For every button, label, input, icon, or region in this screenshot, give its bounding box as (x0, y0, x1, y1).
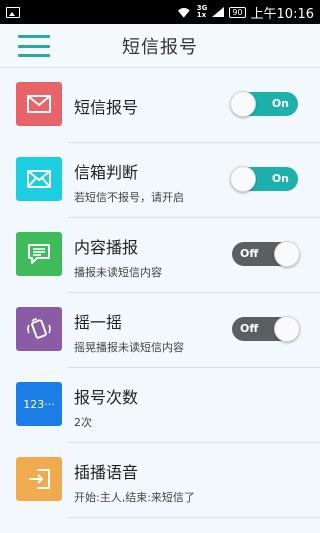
network-type: 3G 1x (197, 5, 208, 19)
settings-list: 短信报号 On 信箱判断 若短信不报号，请开启 On 内容播报 播报未读短信内容 (0, 68, 320, 518)
setting-label: 报号次数 (74, 388, 139, 407)
setting-texts: 插播语音 开始:主人,结束:来短信了 (74, 459, 195, 505)
toggle-knob (230, 91, 256, 117)
sms-announce-toggle[interactable]: On (230, 91, 298, 117)
clock: 上午10:16 (250, 6, 314, 22)
toggle-state: On (271, 172, 289, 185)
setting-label: 短信报号 (74, 98, 139, 117)
number-icon: 123··· (16, 382, 62, 426)
envelope-icon (16, 82, 62, 126)
setting-label: 信箱判断 (74, 163, 139, 182)
setting-label: 插播语音 (74, 463, 139, 482)
setting-description: 开始:主人,结束:来短信了 (74, 491, 195, 504)
signal-icon (212, 7, 225, 17)
toggle-state: Off (240, 322, 259, 335)
setting-texts: 内容播报 播报未读短信内容 (74, 234, 162, 280)
battery-level: 90 (229, 6, 246, 18)
divider (68, 517, 320, 518)
mailbox-icon (16, 157, 62, 201)
shake-toggle[interactable]: Off (232, 316, 300, 342)
setting-texts: 信箱判断 若短信不报号，请开启 (74, 159, 184, 205)
login-arrow-icon (16, 457, 62, 501)
setting-texts: 报号次数 2次 (74, 384, 138, 430)
setting-texts: 摇一摇 摇晃播报未读短信内容 (74, 309, 184, 355)
content-broadcast-toggle[interactable]: Off (232, 241, 300, 267)
toggle-knob (274, 316, 300, 342)
setting-description: 摇晃播报未读短信内容 (74, 341, 184, 354)
status-right: 3G 1x 90 上午10:16 (176, 3, 314, 22)
setting-row-repeat-count[interactable]: 123··· 报号次数 2次 (0, 368, 320, 443)
wifi-icon (176, 6, 192, 18)
message-bubble-icon (16, 232, 62, 276)
network-bottom: 1x (196, 11, 207, 19)
menu-icon[interactable] (18, 35, 50, 57)
setting-texts: 短信报号 (74, 94, 138, 118)
setting-row-shake[interactable]: 摇一摇 摇晃播报未读短信内容 Off (0, 293, 320, 368)
shake-phone-icon (16, 307, 62, 351)
setting-row-insert-voice[interactable]: 插播语音 开始:主人,结束:来短信了 (0, 443, 320, 518)
setting-row-sms-announce[interactable]: 短信报号 On (0, 68, 320, 143)
setting-label: 内容播报 (74, 238, 139, 257)
setting-description: 若短信不报号，请开启 (74, 191, 184, 204)
mailbox-check-toggle[interactable]: On (230, 166, 298, 192)
setting-description: 2次 (74, 416, 92, 429)
toggle-knob (230, 166, 256, 192)
status-bar: 3G 1x 90 上午10:16 (0, 0, 320, 24)
number-icon-text: 123··· (23, 397, 55, 411)
app-header: 短信报号 (0, 24, 320, 68)
setting-label: 摇一摇 (74, 313, 123, 332)
toggle-state: On (271, 97, 289, 110)
setting-row-mailbox-check[interactable]: 信箱判断 若短信不报号，请开启 On (0, 143, 320, 218)
gallery-notification-icon (6, 6, 20, 18)
setting-row-content-broadcast[interactable]: 内容播报 播报未读短信内容 Off (0, 218, 320, 293)
setting-description: 播报未读短信内容 (74, 266, 162, 279)
status-left (6, 6, 20, 18)
toggle-state: Off (240, 247, 259, 260)
toggle-knob (274, 241, 300, 267)
